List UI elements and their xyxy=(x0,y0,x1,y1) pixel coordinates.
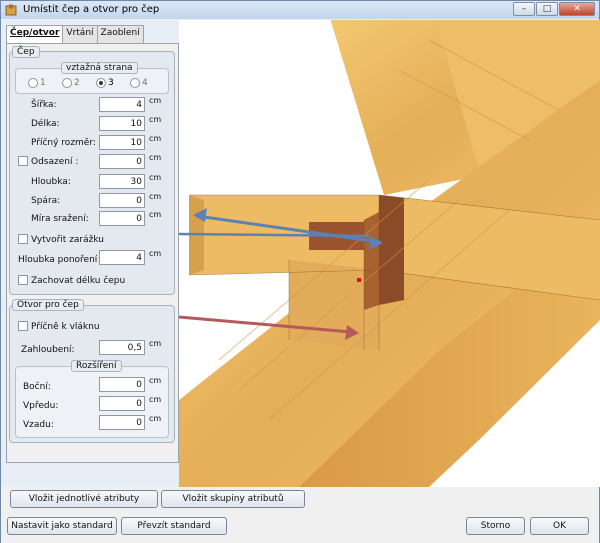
dialog-window: Umístit čep a otvor pro čep – □ ✕ Čep/ot… xyxy=(0,0,600,543)
width-label: Šířka: xyxy=(31,100,57,110)
depth-unit: cm xyxy=(149,173,162,182)
depth-field[interactable]: 30 xyxy=(99,174,145,189)
radio-icon xyxy=(130,78,140,88)
tab-strip: Čep/otvor Vrtání Zaoblení xyxy=(6,25,144,44)
tab-tenon-mortise[interactable]: Čep/otvor xyxy=(6,25,64,44)
width-unit: cm xyxy=(149,96,162,105)
set-as-standard-button[interactable]: Nastavit jako standard xyxy=(7,517,117,535)
side-expansion-label: Boční: xyxy=(23,382,51,392)
offset-checkbox[interactable] xyxy=(18,156,28,166)
cross-dimension-field[interactable]: 10 xyxy=(99,135,145,150)
gap-field[interactable]: 0 xyxy=(99,193,145,208)
reference-side-title: vztažná strana xyxy=(61,62,138,74)
length-unit: cm xyxy=(149,115,162,124)
depth-label: Hloubka: xyxy=(31,177,71,187)
reference-point-marker xyxy=(357,278,361,282)
mortise-group-title: Otvor pro čep xyxy=(12,299,84,311)
close-button[interactable]: ✕ xyxy=(559,2,595,16)
gap-unit: cm xyxy=(149,192,162,201)
immersion-depth-unit: cm xyxy=(149,249,162,258)
back-expansion-label: Vzadu: xyxy=(23,420,54,430)
maximize-button[interactable]: □ xyxy=(536,2,558,16)
tab-rounding[interactable]: Zaoblení xyxy=(96,25,144,43)
create-stop-checkbox[interactable] xyxy=(18,234,28,244)
back-expansion-unit: cm xyxy=(149,414,162,423)
joint-preview-viewport[interactable] xyxy=(179,20,600,487)
radio-icon xyxy=(62,78,72,88)
offset-label: Odsazení : xyxy=(31,157,79,167)
create-stop-label: Vytvořit zarážku xyxy=(31,235,105,245)
ref-side-radio-1[interactable]: 1 xyxy=(28,78,46,88)
window-title: Umístit čep a otvor pro čep xyxy=(23,4,160,15)
offset-field[interactable]: 0 xyxy=(99,154,145,169)
deepening-unit: cm xyxy=(149,339,162,348)
side-expansion-unit: cm xyxy=(149,376,162,385)
cross-dimension-label: Příčný rozměr: xyxy=(31,138,96,148)
minimize-button[interactable]: – xyxy=(513,2,535,16)
offset-unit: cm xyxy=(149,153,162,162)
ref-side-radio-3[interactable]: 3 xyxy=(96,78,114,88)
tenon-group-title: Čep xyxy=(12,46,40,58)
deepening-label: Zahloubení: xyxy=(21,345,75,355)
chamfer-unit: cm xyxy=(149,210,162,219)
cross-grain-label: Příčně k vláknu xyxy=(31,322,100,332)
insert-single-attributes-button[interactable]: Vložit jednotlivé atributy xyxy=(10,490,158,508)
front-expansion-field[interactable]: 0 xyxy=(99,396,145,411)
back-expansion-field[interactable]: 0 xyxy=(99,415,145,430)
insert-attribute-groups-button[interactable]: Vložit skupiny atributů xyxy=(161,490,305,508)
chamfer-label: Míra sražení: xyxy=(31,214,89,224)
immersion-depth-field[interactable]: 4 xyxy=(99,250,145,265)
immersion-depth-label: Hloubka ponoření : xyxy=(18,255,104,265)
radio-icon xyxy=(28,78,38,88)
app-icon xyxy=(5,4,17,16)
deepening-field[interactable]: 0,5 xyxy=(99,340,145,355)
ref-side-radio-2[interactable]: 2 xyxy=(62,78,80,88)
ref-side-radio-4[interactable]: 4 xyxy=(130,78,148,88)
keep-length-checkbox[interactable] xyxy=(18,275,28,285)
radio-icon xyxy=(96,78,106,88)
length-field[interactable]: 10 xyxy=(99,116,145,131)
cross-dimension-unit: cm xyxy=(149,134,162,143)
gap-label: Spára: xyxy=(31,196,61,206)
ok-button[interactable]: OK xyxy=(530,517,589,535)
front-expansion-label: Vpředu: xyxy=(23,401,59,411)
front-expansion-unit: cm xyxy=(149,395,162,404)
expansion-title: Rozšíření xyxy=(71,360,122,372)
keep-length-label: Zachovat délku čepu xyxy=(31,276,126,286)
timber-joint-illustration xyxy=(179,20,600,487)
length-label: Délka: xyxy=(31,119,60,129)
side-expansion-field[interactable]: 0 xyxy=(99,377,145,392)
chamfer-field[interactable]: 0 xyxy=(99,211,145,226)
width-field[interactable]: 4 xyxy=(99,97,145,112)
cancel-button[interactable]: Storno xyxy=(466,517,525,535)
take-standard-button[interactable]: Převzít standard xyxy=(121,517,227,535)
cross-grain-checkbox[interactable] xyxy=(18,321,28,331)
tab-drilling[interactable]: Vrtání xyxy=(62,25,98,43)
title-bar: Umístit čep a otvor pro čep – □ ✕ xyxy=(1,1,599,19)
